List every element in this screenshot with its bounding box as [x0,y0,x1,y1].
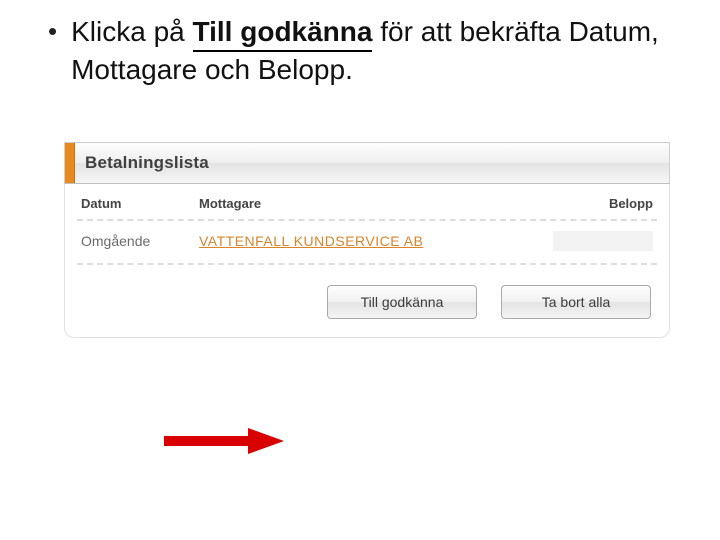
column-header-datum: Datum [81,196,199,211]
recipient-link[interactable]: VATTENFALL KUNDSERVICE AB [199,233,423,249]
panel-title: Betalningslista [85,153,209,173]
panel-accent-bar [65,143,75,183]
cell-mottagare: VATTENFALL KUNDSERVICE AB [199,233,553,249]
cell-datum: Omgående [81,233,199,249]
table-row: Omgående VATTENFALL KUNDSERVICE AB [77,221,657,265]
button-row: Till godkänna Ta bort alla [77,265,657,319]
approve-button[interactable]: Till godkänna [327,285,477,319]
instruction-text: Klicka på Till godkänna för att bekräfta… [71,14,670,88]
column-header-belopp: Belopp [553,196,653,211]
cell-belopp [553,231,653,251]
remove-all-button[interactable]: Ta bort alla [501,285,651,319]
panel-header: Betalningslista [64,142,670,184]
column-header-mottagare: Mottagare [199,196,553,211]
payment-list-panel: Betalningslista Datum Mottagare Belopp O… [64,142,670,338]
instruction-prefix: Klicka på [71,16,192,47]
bullet-dot-icon: • [48,16,57,46]
red-arrow-icon [164,428,284,454]
column-header-row: Datum Mottagare Belopp [77,184,657,221]
panel-body: Datum Mottagare Belopp Omgående VATTENFA… [64,184,670,338]
instruction-bullet: • Klicka på Till godkänna för att bekräf… [48,14,670,88]
instruction-emphasis: Till godkänna [193,14,373,52]
